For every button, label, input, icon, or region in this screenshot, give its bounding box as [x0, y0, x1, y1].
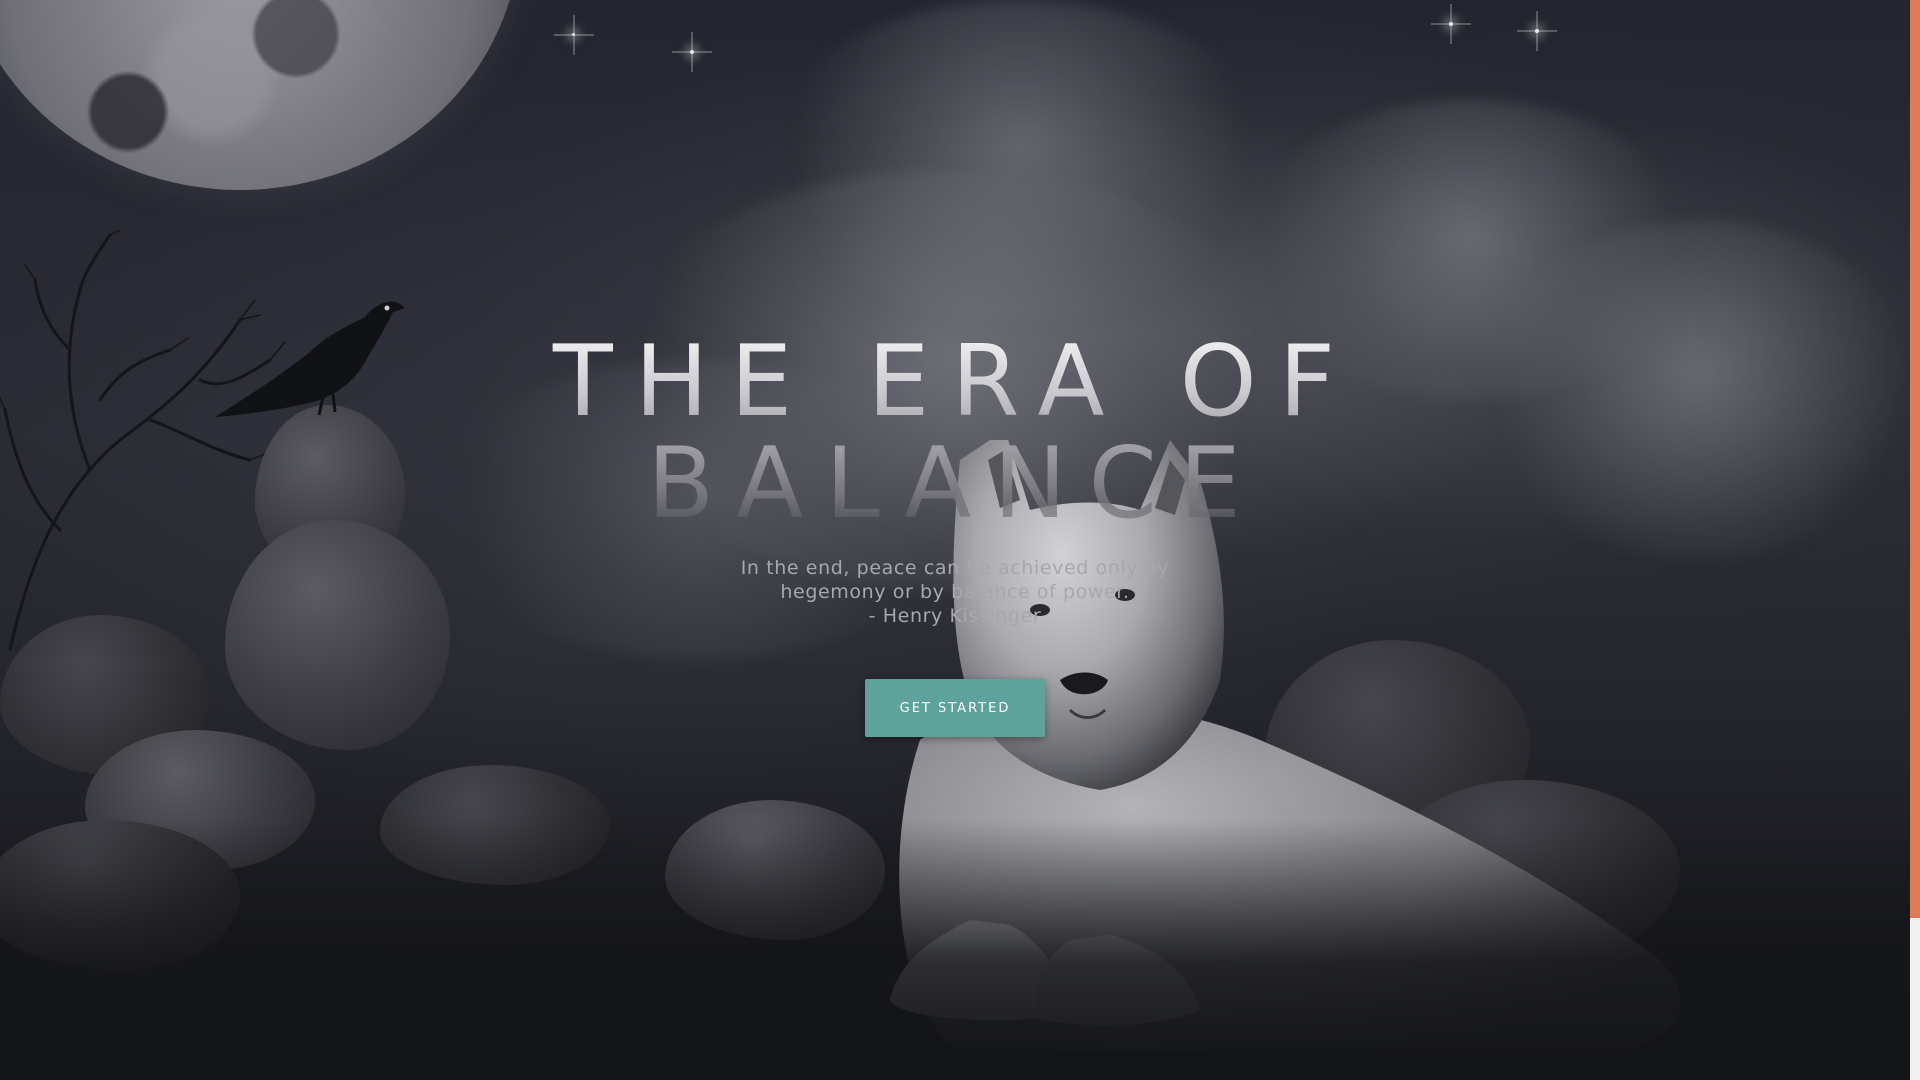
star-icon: [1449, 22, 1453, 26]
ground-shadow: [0, 820, 1920, 1080]
get-started-button[interactable]: GET STARTED: [865, 679, 1045, 737]
star-icon: [1535, 29, 1539, 33]
quote-line: In the end, peace can be achieved only b…: [740, 557, 1170, 579]
edge-light-strip: [1910, 918, 1920, 1080]
rock-shape: [225, 520, 450, 750]
hero-title: THE ERA OF: [0, 332, 1910, 432]
hero-quote: In the end, peace can be achieved only b…: [0, 556, 1910, 628]
quote-attribution: - Henry Kissinger: [868, 605, 1042, 627]
moon-icon: [0, 0, 520, 190]
star-icon: [572, 33, 575, 36]
hero-subtitle: BALANCE: [0, 434, 1910, 534]
landing-page: THE ERA OF BALANCE In the end, peace can…: [0, 0, 1920, 1080]
edge-accent-bar: [1910, 0, 1920, 918]
quote-line: hegemony or by balance of power.: [780, 581, 1130, 603]
star-icon: [690, 50, 694, 54]
